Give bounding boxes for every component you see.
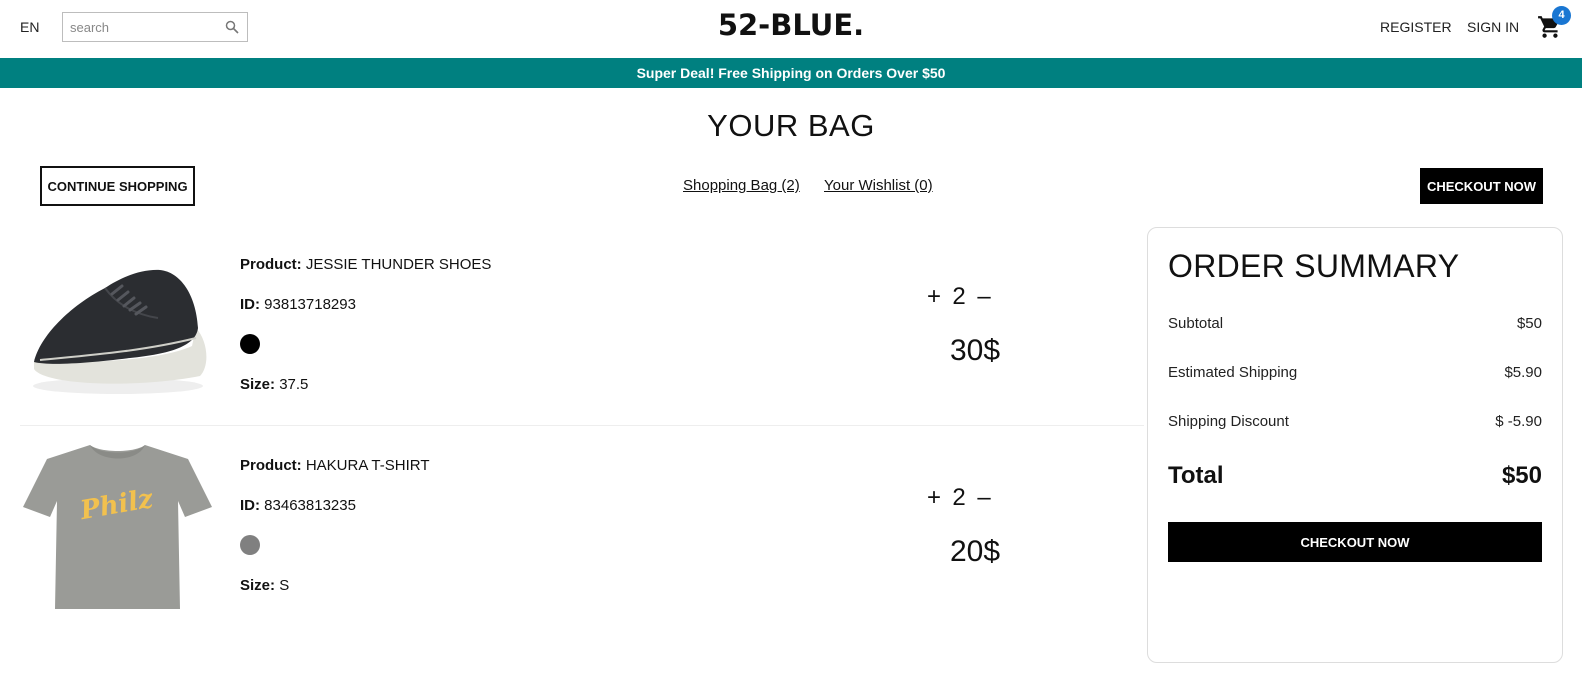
product-name: Product: JESSIE THUNDER SHOES [240,256,491,273]
increase-quantity-button[interactable]: + [926,282,942,312]
shoe-image[interactable] [20,236,215,416]
checkout-now-button-top[interactable]: CHECKOUT NOW [1420,168,1543,204]
product-label: Product: [240,457,302,474]
search-icon[interactable] [225,20,239,34]
quantity-value: 2 [952,484,966,511]
id-label: ID: [240,296,260,313]
product-size-value: 37.5 [279,376,309,393]
register-link[interactable]: REGISTER [1380,19,1452,35]
product-size: Size: 37.5 [240,376,308,393]
language-selector[interactable]: EN [20,19,39,35]
checkout-now-button[interactable]: CHECKOUT NOW [1168,522,1542,562]
page-title: YOUR BAG [707,108,875,143]
total-value: $50 [1501,462,1542,489]
product-id: ID: 83463813235 [240,497,356,514]
discount-value: $ -5.90 [1495,413,1542,430]
discount-label: Shipping Discount [1168,413,1289,430]
product-price: 20$ [949,535,1001,568]
product-size-value: S [279,577,290,594]
search-input[interactable] [63,13,223,41]
size-label: Size: [240,577,276,594]
quantity-value: 2 [952,283,966,310]
product-label: Product: [240,256,302,273]
shipping-value: $5.90 [1504,364,1542,381]
product-color-swatch [240,334,260,354]
product-name-value: JESSIE THUNDER SHOES [305,256,492,273]
quantity-stepper: + 2 – [926,483,1026,513]
shopping-bag-link[interactable]: Shopping Bag (2) [683,177,800,194]
cart-item: Product: JESSIE THUNDER SHOES ID: 938137… [20,226,1144,426]
shipping-label: Estimated Shipping [1168,364,1298,381]
product-id-value: 93813718293 [264,296,356,313]
decrease-quantity-button[interactable]: – [976,282,992,312]
navbar: EN 52-BLUE. REGISTER SIGN IN 4 [0,0,1582,58]
announcement-bar: Super Deal! Free Shipping on Orders Over… [0,58,1582,88]
decrease-quantity-button[interactable]: – [976,483,992,513]
tshirt-image[interactable]: Philz [20,437,215,617]
shipping-row: Estimated Shipping $5.90 [1168,364,1542,381]
subtotal-label: Subtotal [1168,315,1224,332]
subtotal-value: $50 [1516,315,1542,332]
product-size: Size: S [240,577,289,594]
product-color-swatch [240,535,260,555]
increase-quantity-button[interactable]: + [926,483,942,513]
wishlist-link[interactable]: Your Wishlist (0) [824,177,933,194]
total-label: Total [1168,462,1224,489]
id-label: ID: [240,497,260,514]
quantity-stepper: + 2 – [926,282,1026,312]
total-row: Total $50 [1168,462,1542,490]
order-summary: ORDER SUMMARY Subtotal $50 Estimated Shi… [1147,227,1563,663]
discount-row: Shipping Discount $ -5.90 [1168,413,1542,430]
search-box [62,12,248,42]
order-summary-title: ORDER SUMMARY [1168,248,1460,284]
product-id-value: 83463813235 [264,497,356,514]
cart-item: Philz Product: HAKURA T-SHIRT ID: 834638… [20,427,1144,627]
product-id: ID: 93813718293 [240,296,356,313]
product-name: Product: HAKURA T-SHIRT [240,457,429,474]
continue-shopping-button[interactable]: CONTINUE SHOPPING [40,166,195,206]
cart-count-badge: 4 [1552,6,1571,25]
logo[interactable]: 52-BLUE. [718,8,864,42]
product-name-value: HAKURA T-SHIRT [305,457,430,474]
product-price: 30$ [949,334,1001,367]
size-label: Size: [240,376,276,393]
subtotal-row: Subtotal $50 [1168,315,1542,332]
sign-in-link[interactable]: SIGN IN [1467,19,1519,35]
